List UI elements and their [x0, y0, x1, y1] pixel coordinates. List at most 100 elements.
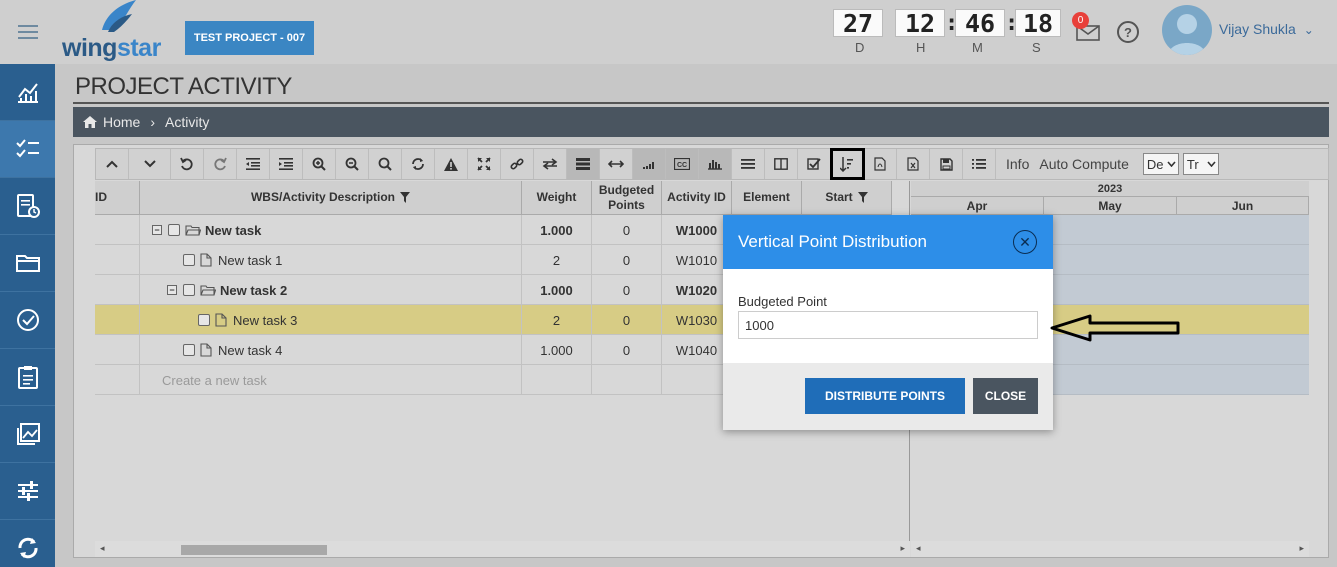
- row-checkbox[interactable]: [183, 344, 195, 356]
- collapse-toggle-icon[interactable]: −: [167, 285, 177, 295]
- undo-button[interactable]: [171, 149, 204, 179]
- avatar[interactable]: [1162, 5, 1212, 55]
- wingstar-logo[interactable]: wingstar: [62, 0, 172, 62]
- filter-icon[interactable]: [400, 192, 411, 203]
- checkbox-button[interactable]: [798, 149, 831, 179]
- link-icon: [510, 158, 524, 170]
- warning-button[interactable]: [435, 149, 468, 179]
- export-excel-button[interactable]: [897, 149, 930, 179]
- create-task-input[interactable]: Create a new task: [140, 365, 522, 395]
- budgeted-point-input[interactable]: [738, 311, 1038, 339]
- export-pdf-button[interactable]: [864, 149, 897, 179]
- close-icon[interactable]: ✕: [1013, 230, 1037, 254]
- weight-cell[interactable]: 1.000: [522, 275, 592, 305]
- column-header-activity-id[interactable]: Activity ID: [662, 181, 732, 215]
- distribute-points-button[interactable]: DISTRIBUTE POINTS: [805, 378, 965, 414]
- help-icon[interactable]: ?: [1117, 21, 1139, 43]
- close-button[interactable]: CLOSE: [973, 378, 1038, 414]
- description-cell[interactable]: New task 4: [140, 335, 522, 365]
- bar-chart-button[interactable]: [699, 149, 732, 179]
- save-icon: [939, 157, 953, 171]
- width-button[interactable]: [600, 149, 633, 179]
- breadcrumb-home[interactable]: Home: [103, 114, 140, 130]
- weight-cell[interactable]: 1.000: [522, 335, 592, 365]
- description-cell[interactable]: − New task 2: [140, 275, 522, 305]
- description-cell[interactable]: New task 3: [140, 305, 522, 335]
- activity-id-cell[interactable]: W1030: [662, 305, 732, 335]
- description-cell[interactable]: − New task: [140, 215, 522, 245]
- activity-id-cell[interactable]: W1010: [662, 245, 732, 275]
- column-header-budgeted-points[interactable]: Budgeted Points: [592, 181, 662, 215]
- row-checkbox[interactable]: [168, 224, 180, 236]
- task-name: New task: [205, 222, 262, 238]
- grid-view-button[interactable]: [567, 149, 600, 179]
- sidebar-item-activity[interactable]: [0, 121, 55, 178]
- info-button[interactable]: Info: [996, 149, 1039, 179]
- scroll-thumb[interactable]: [181, 545, 327, 555]
- points-cell[interactable]: 0: [592, 245, 662, 275]
- timescale-select[interactable]: Tr: [1182, 153, 1219, 175]
- fullscreen-button[interactable]: [468, 149, 501, 179]
- user-menu[interactable]: Vijay Shukla ⌄: [1219, 21, 1314, 37]
- scroll-left-icon[interactable]: ◂: [100, 543, 105, 554]
- sidebar-item-gallery[interactable]: [0, 406, 55, 463]
- move-up-button[interactable]: [96, 149, 129, 179]
- column-header-start[interactable]: Start: [802, 181, 892, 215]
- swap-button[interactable]: [534, 149, 567, 179]
- sidebar-item-reports[interactable]: [0, 178, 55, 235]
- activity-id-cell[interactable]: W1000: [662, 215, 732, 245]
- zoom-in-button[interactable]: [303, 149, 336, 179]
- redo-button[interactable]: [204, 149, 237, 179]
- column-header-weight[interactable]: Weight: [522, 181, 592, 215]
- dialog-footer: DISTRIBUTE POINTS CLOSE: [723, 363, 1053, 430]
- scroll-right-icon[interactable]: ▸: [1299, 543, 1304, 554]
- weight-cell[interactable]: 2: [522, 305, 592, 335]
- indent-button[interactable]: [270, 149, 303, 179]
- activity-id-cell[interactable]: W1040: [662, 335, 732, 365]
- points-cell[interactable]: 0: [592, 275, 662, 305]
- gantt-horizontal-scrollbar[interactable]: ◂ ▸: [911, 541, 1309, 557]
- activity-id-cell[interactable]: W1020: [662, 275, 732, 305]
- numbered-list-button[interactable]: [963, 149, 996, 179]
- list-button[interactable]: [732, 149, 765, 179]
- points-cell[interactable]: 0: [592, 335, 662, 365]
- grid-horizontal-scrollbar[interactable]: ◂ ▸: [95, 541, 910, 557]
- row-checkbox[interactable]: [183, 284, 195, 296]
- sidebar-item-files[interactable]: [0, 235, 55, 292]
- column-header-id[interactable]: ID: [95, 181, 140, 215]
- weight-cell[interactable]: 2: [522, 245, 592, 275]
- column-header-element[interactable]: Element: [732, 181, 802, 215]
- sidebar-item-sync[interactable]: [0, 520, 55, 567]
- scroll-right-icon[interactable]: ▸: [900, 543, 905, 554]
- filter-icon[interactable]: [857, 192, 868, 203]
- warning-icon: [444, 157, 458, 171]
- points-cell[interactable]: 0: [592, 215, 662, 245]
- view-mode-select[interactable]: De: [1142, 153, 1179, 175]
- sidebar-item-dashboard[interactable]: [0, 64, 55, 121]
- project-selector-button[interactable]: TEST PROJECT - 007: [185, 21, 314, 55]
- search-button[interactable]: [369, 149, 402, 179]
- collapse-toggle-icon[interactable]: −: [152, 225, 162, 235]
- row-checkbox[interactable]: [198, 314, 210, 326]
- auto-compute-button[interactable]: Auto Compute: [1039, 149, 1139, 179]
- outdent-button[interactable]: [237, 149, 270, 179]
- split-view-button[interactable]: [765, 149, 798, 179]
- refresh-button[interactable]: [402, 149, 435, 179]
- hamburger-menu-icon[interactable]: [0, 0, 55, 64]
- vertical-distribution-button[interactable]: [830, 148, 865, 180]
- row-checkbox[interactable]: [183, 254, 195, 266]
- sidebar-item-tasks[interactable]: [0, 349, 55, 406]
- sidebar-item-approvals[interactable]: [0, 292, 55, 349]
- zoom-out-button[interactable]: [336, 149, 369, 179]
- weight-cell[interactable]: 1.000: [522, 215, 592, 245]
- link-button[interactable]: [501, 149, 534, 179]
- save-button[interactable]: [930, 149, 963, 179]
- points-cell[interactable]: 0: [592, 305, 662, 335]
- critical-path-button[interactable]: [633, 149, 666, 179]
- scroll-left-icon[interactable]: ◂: [916, 543, 921, 554]
- column-header-description[interactable]: WBS/Activity Description: [140, 181, 522, 215]
- sidebar-item-settings[interactable]: [0, 463, 55, 520]
- closed-caption-button[interactable]: CC: [666, 149, 699, 179]
- description-cell[interactable]: New task 1: [140, 245, 522, 275]
- move-down-button[interactable]: [129, 149, 171, 179]
